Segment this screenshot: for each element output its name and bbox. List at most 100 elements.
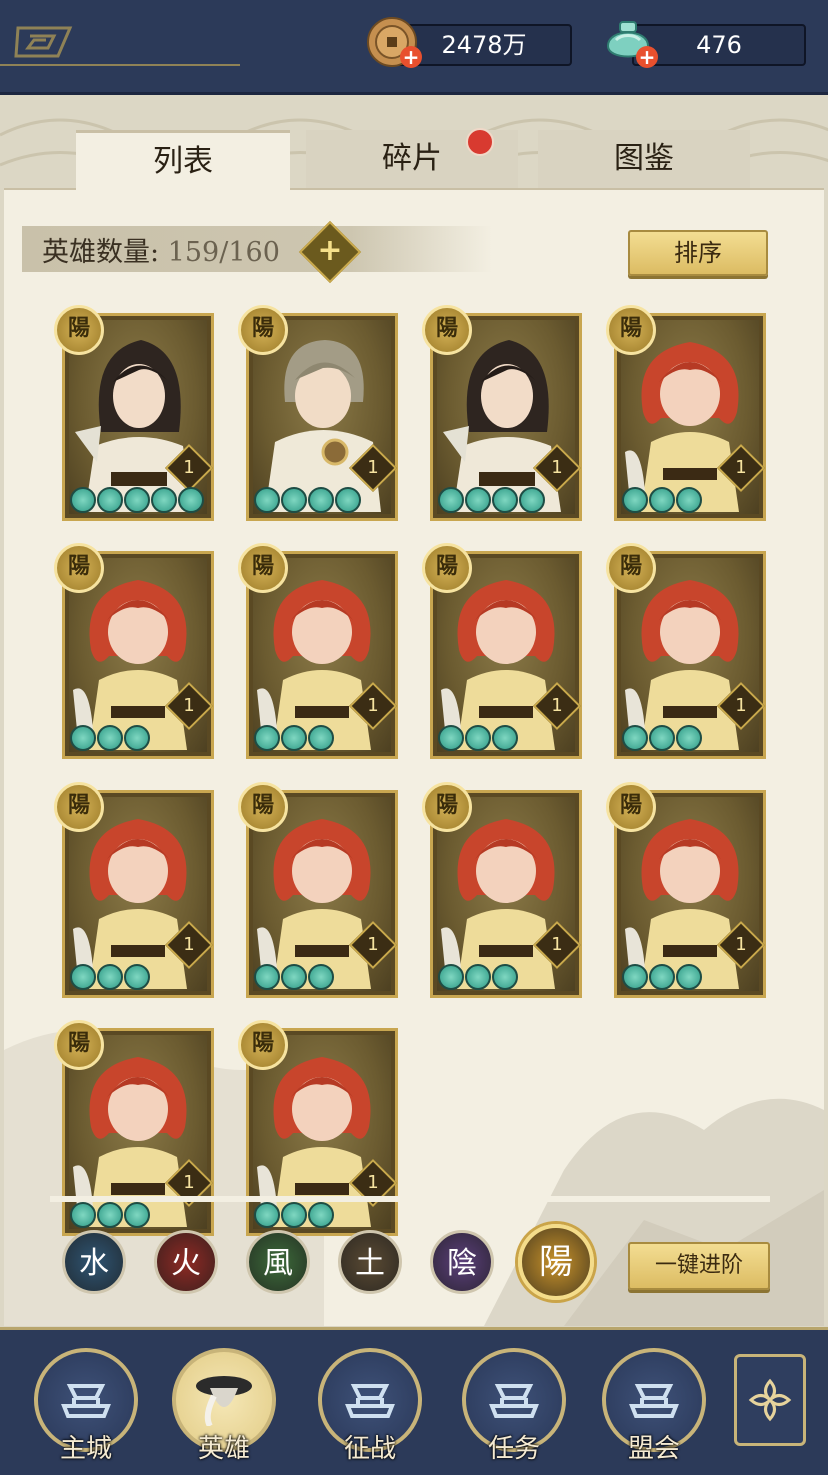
hero-card[interactable]: 陽1 <box>422 305 582 521</box>
hero-count-banner: 英雄数量: 159/160 <box>22 226 492 272</box>
hero-card[interactable]: 陽1 <box>54 782 214 998</box>
faction-badge: 陽 <box>54 305 104 355</box>
level-value: 1 <box>551 457 563 478</box>
hero-card[interactable]: 陽1 <box>422 543 582 759</box>
nav-label: 征战 <box>343 1434 396 1464</box>
hero-card[interactable]: 陽1 <box>238 1020 398 1236</box>
jade-star-icon <box>308 725 334 751</box>
jade-star-icon <box>254 1202 280 1228</box>
star-row <box>438 725 519 751</box>
faction-badge: 陽 <box>238 782 288 832</box>
jade-star-icon <box>676 725 702 751</box>
jade-star-icon <box>622 725 648 751</box>
hero-card[interactable]: 陽1 <box>54 1020 214 1236</box>
star-row <box>254 964 335 990</box>
coin-resource[interactable]: 2478万 + <box>366 17 572 68</box>
faction-badge: 陽 <box>422 543 472 593</box>
element-filter-wind[interactable]: 風 <box>246 1230 310 1294</box>
jade-star-icon <box>492 487 518 513</box>
jade-star-icon <box>308 487 334 513</box>
element-filter-yin[interactable]: 陰 <box>430 1230 494 1294</box>
hero-count-text: 英雄数量: 159/160 <box>42 230 280 269</box>
tab-codex[interactable]: 图鉴 <box>538 130 750 188</box>
jade-star-icon <box>124 1202 150 1228</box>
notification-badge <box>466 128 494 156</box>
hero-card[interactable]: 陽1 <box>54 543 214 759</box>
star-row <box>254 1202 335 1228</box>
hero-count-label: 英雄数量: <box>42 237 160 268</box>
jade-star-icon <box>97 1202 123 1228</box>
jade-star-icon <box>97 725 123 751</box>
hero-card[interactable]: 陽1 <box>606 543 766 759</box>
add-jade-button[interactable]: + <box>636 46 658 68</box>
hero-card[interactable]: 陽1 <box>54 305 214 521</box>
star-row <box>622 964 703 990</box>
city-icon <box>61 1384 111 1418</box>
jade-star-icon <box>254 725 280 751</box>
jade-star-icon <box>97 964 123 990</box>
star-row <box>254 487 362 513</box>
jade-star-icon <box>676 487 702 513</box>
element-filter-fire[interactable]: 火 <box>154 1230 218 1294</box>
jade-star-icon <box>438 725 464 751</box>
level-value: 1 <box>183 457 195 478</box>
hero-card[interactable]: 陽1 <box>606 782 766 998</box>
tab-list[interactable]: 列表 <box>76 130 290 191</box>
jade-star-icon <box>178 487 204 513</box>
star-row <box>70 1202 151 1228</box>
jade-star-icon <box>335 487 361 513</box>
star-row <box>438 964 519 990</box>
element-filter-earth[interactable]: 土 <box>338 1230 402 1294</box>
top-resource-bar: 2478万 + 476 + <box>0 0 828 95</box>
level-value: 1 <box>735 695 747 716</box>
level-value: 1 <box>735 934 747 955</box>
jade-star-icon <box>492 964 518 990</box>
jade-star-icon <box>465 964 491 990</box>
quest-icon <box>489 1384 539 1418</box>
hero-card[interactable]: 陽1 <box>606 305 766 521</box>
guild-icon <box>629 1384 679 1418</box>
jade-star-icon <box>492 725 518 751</box>
element-filter-yang[interactable]: 陽 <box>518 1224 594 1300</box>
star-row <box>438 487 546 513</box>
star-row <box>254 725 335 751</box>
level-value: 1 <box>183 1172 195 1193</box>
faction-badge: 陽 <box>238 305 288 355</box>
more-menu-button[interactable] <box>734 1354 806 1446</box>
jade-star-icon <box>254 487 280 513</box>
jade-star-icon <box>622 964 648 990</box>
jade-star-icon <box>438 964 464 990</box>
hero-card[interactable]: 陽1 <box>422 782 582 998</box>
jade-star-icon <box>649 725 675 751</box>
upgrade-all-button[interactable]: 一键进阶 <box>628 1242 770 1290</box>
faction-badge: 陽 <box>422 305 472 355</box>
jade-star-icon <box>519 487 545 513</box>
nav-label: 任务 <box>487 1434 540 1464</box>
hero-card[interactable]: 陽1 <box>238 782 398 998</box>
plus-icon: + <box>317 233 343 268</box>
jade-star-icon <box>308 964 334 990</box>
jade-star-icon <box>281 725 307 751</box>
jade-resource[interactable]: 476 + <box>602 21 806 68</box>
jade-star-icon <box>124 725 150 751</box>
sort-button-label: 排序 <box>674 239 722 267</box>
star-row <box>70 487 205 513</box>
star-row <box>622 487 703 513</box>
menu-logo-icon[interactable] <box>14 24 78 60</box>
jade-star-icon <box>70 725 96 751</box>
jade-star-icon <box>70 487 96 513</box>
jade-star-icon <box>281 487 307 513</box>
star-row <box>70 964 151 990</box>
tab-fragments[interactable]: 碎片 <box>306 128 518 188</box>
element-filter-water[interactable]: 水 <box>62 1230 126 1294</box>
hero-card[interactable]: 陽1 <box>238 305 398 521</box>
hero-card[interactable]: 陽1 <box>238 543 398 759</box>
star-row <box>622 725 703 751</box>
faction-badge: 陽 <box>422 782 472 832</box>
faction-badge: 陽 <box>606 543 656 593</box>
jade-star-icon <box>649 964 675 990</box>
add-coin-button[interactable]: + <box>400 46 422 68</box>
hero-count-value: 159/160 <box>167 237 280 268</box>
sort-button[interactable]: 排序 <box>628 230 768 276</box>
scroll-clip-edge <box>50 1196 770 1202</box>
